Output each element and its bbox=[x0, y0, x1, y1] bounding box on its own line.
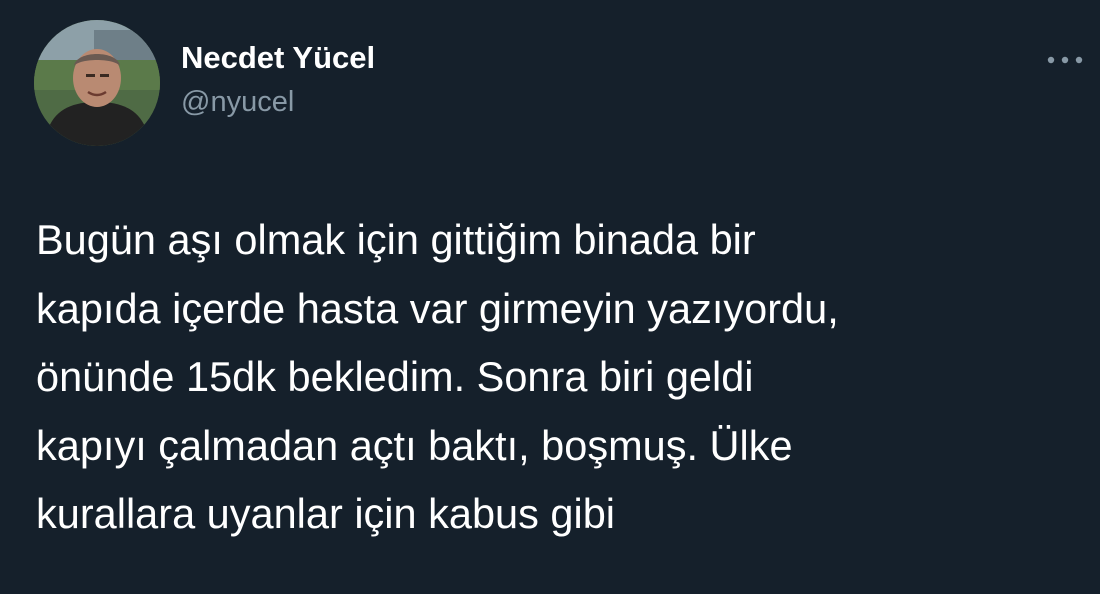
tweet-card: Necdet Yücel @nyucel Bugün aşı olmak içi… bbox=[0, 0, 1100, 594]
more-options-button[interactable] bbox=[1040, 42, 1090, 78]
tweet-text-line: kapıyı çalmadan açtı baktı, boşmuş. Ülke bbox=[36, 421, 793, 469]
author-avatar[interactable] bbox=[34, 20, 160, 146]
tweet-text-line: kapıda içerde hasta var girmeyin yazıyor… bbox=[36, 284, 839, 332]
tweet-text-line: Bugün aşı olmak için gittiğim binada bir bbox=[36, 216, 756, 263]
tweet-body: Bugün aşı olmak için gittiğim binada bir… bbox=[36, 206, 1076, 549]
tweet-text-line: önünde 15dk bekledim. Sonra biri geldi bbox=[36, 353, 754, 400]
more-horizontal-icon bbox=[1047, 56, 1083, 64]
tweet-text-line: kurallara uyanlar için kabus gibi bbox=[36, 490, 615, 537]
author-handle[interactable]: @nyucel bbox=[181, 86, 294, 119]
author-display-name[interactable]: Necdet Yücel bbox=[181, 40, 375, 76]
profile-photo-icon bbox=[34, 20, 160, 146]
